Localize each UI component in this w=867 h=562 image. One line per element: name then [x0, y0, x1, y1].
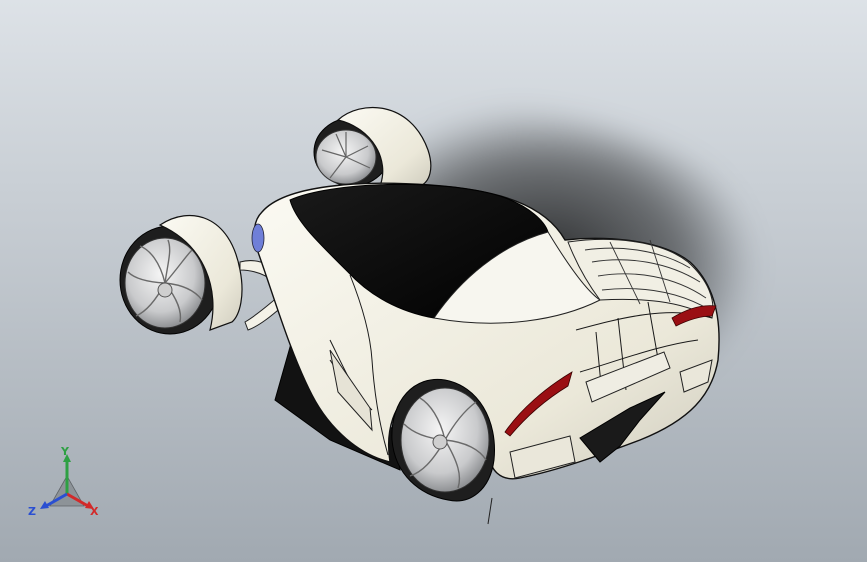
- headlight: [251, 223, 265, 253]
- x-axis-label: X: [90, 505, 99, 518]
- edge-line: [487, 497, 493, 525]
- graphics-viewport[interactable]: Y X Z: [0, 0, 867, 562]
- y-axis-label: Y: [61, 445, 69, 458]
- view-triad[interactable]: Y X Z: [22, 446, 112, 526]
- car-model-scene[interactable]: [0, 0, 867, 562]
- z-axis-label: Z: [28, 505, 36, 518]
